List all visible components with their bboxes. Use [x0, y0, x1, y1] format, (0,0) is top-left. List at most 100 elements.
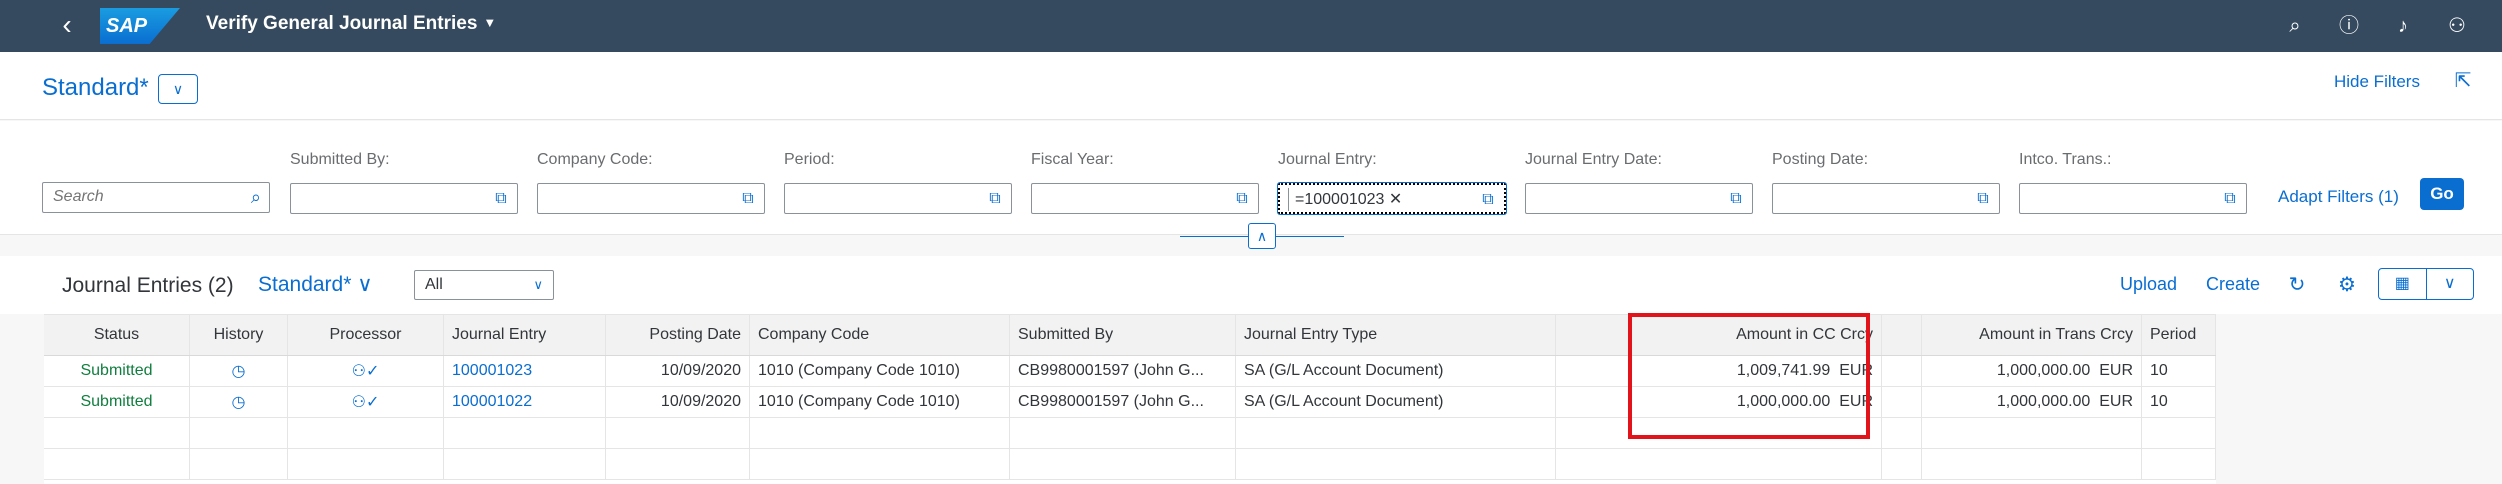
journal-entries-table: Status History Processor Journal Entry P…: [44, 314, 2216, 484]
close-icon[interactable]: ✕: [1389, 191, 1402, 208]
chevron-down-icon: ∨: [357, 273, 373, 296]
value-help-icon[interactable]: ⧉: [1971, 187, 1995, 211]
empty-cell: [606, 449, 750, 479]
app-title[interactable]: Verify General Journal Entries ▼: [206, 13, 496, 35]
filter-submitted-by: Submitted By: ⧉: [290, 151, 518, 214]
filter-input[interactable]: =100001023 ✕ ⧉: [1277, 182, 1507, 215]
create-button[interactable]: Create: [2206, 274, 2260, 295]
column-header[interactable]: Company Code: [750, 315, 1010, 355]
empty-cell: [190, 449, 288, 479]
column-header[interactable]: Posting Date: [606, 315, 750, 355]
value-help-icon[interactable]: ⧉: [983, 187, 1007, 211]
filter-input[interactable]: ⧉: [1525, 183, 1753, 214]
period-cell: 10: [2142, 356, 2216, 386]
history-icon[interactable]: ◷: [190, 387, 288, 417]
adapt-filters-button[interactable]: Adapt Filters (1): [2278, 187, 2399, 207]
value-help-icon[interactable]: ⧉: [489, 187, 513, 211]
table-variant[interactable]: Standard* ∨: [258, 272, 373, 297]
search-input[interactable]: [53, 183, 233, 211]
empty-cell: [2142, 418, 2216, 448]
table-row[interactable]: Submitted ◷ ⚇✓ 100001022 10/09/2020 1010…: [44, 387, 2216, 418]
bell-icon[interactable]: ♪: [2390, 13, 2416, 39]
empty-cell: [1882, 418, 1922, 448]
go-button[interactable]: Go: [2420, 178, 2464, 210]
filter-input[interactable]: ⧉: [1031, 183, 1259, 214]
filter-token[interactable]: =100001023 ✕: [1288, 188, 1408, 211]
column-header[interactable]: Journal Entry: [444, 315, 606, 355]
export-icon[interactable]: ▦: [2379, 269, 2427, 299]
status-cell: Submitted: [44, 356, 190, 386]
history-icon[interactable]: ◷: [190, 356, 288, 386]
shell-bar: ‹ SAP Verify General Journal Entries ▼ ⌕ …: [0, 0, 2502, 52]
amount-trans-cell: 1,000,000.00 EUR: [1922, 387, 2142, 417]
status-select[interactable]: All ∨: [414, 270, 554, 300]
search-field[interactable]: ⌕: [42, 182, 270, 213]
upload-button[interactable]: Upload: [2120, 274, 2177, 295]
column-header[interactable]: History: [190, 315, 288, 355]
filter-input[interactable]: ⧉: [784, 183, 1012, 214]
spacer-cell: [1882, 356, 1922, 386]
filter-company-code: Company Code: ⧉: [537, 151, 765, 214]
chevron-down-icon: ▼: [483, 15, 497, 30]
value-help-icon[interactable]: ⧉: [1476, 188, 1500, 212]
filter-label: Intco. Trans.:: [2019, 151, 2112, 168]
journal-entry-link[interactable]: 100001023: [444, 356, 606, 386]
export-menu-button[interactable]: ▦ ∨: [2378, 268, 2474, 300]
filter-period: Period: ⧉: [784, 151, 1012, 214]
back-icon[interactable]: ‹: [52, 10, 82, 40]
empty-cell: [288, 418, 444, 448]
column-header[interactable]: Journal Entry Type: [1236, 315, 1556, 355]
filter-label: Submitted By:: [290, 151, 390, 168]
column-header[interactable]: Submitted By: [1010, 315, 1236, 355]
value-help-icon[interactable]: ⧉: [2218, 187, 2242, 211]
collapse-header-button[interactable]: ∧: [1248, 223, 1276, 249]
help-icon[interactable]: ⓘ: [2336, 13, 2362, 39]
chevron-up-icon: ∧: [1256, 228, 1268, 244]
filter-fiscal-year: Fiscal Year: ⧉: [1031, 151, 1259, 214]
amount-trans-cell: 1,000,000.00 EUR: [1922, 356, 2142, 386]
filter-label: Fiscal Year:: [1031, 151, 1114, 168]
filter-input[interactable]: ⧉: [2019, 183, 2247, 214]
column-header[interactable]: Status: [44, 315, 190, 355]
settings-icon[interactable]: ⚙: [2332, 270, 2362, 300]
value-help-icon[interactable]: ⧉: [736, 187, 760, 211]
filter-journal-entry-date: Journal Entry Date: ⧉: [1525, 151, 1753, 214]
empty-cell: [2142, 449, 2216, 479]
column-header[interactable]: Period: [2142, 315, 2216, 355]
processor-icon[interactable]: ⚇✓: [288, 387, 444, 417]
spacer-cell: [1882, 387, 1922, 417]
posting-date-cell: 10/09/2020: [606, 356, 750, 386]
value-help-icon[interactable]: ⧉: [1724, 187, 1748, 211]
filter-label: Journal Entry:: [1278, 151, 1377, 168]
chevron-down-icon[interactable]: ∨: [2427, 269, 2474, 299]
empty-row: [44, 418, 2216, 449]
table-row[interactable]: Submitted ◷ ⚇✓ 100001023 10/09/2020 1010…: [44, 356, 2216, 387]
column-header[interactable]: Amount in Trans Crcy: [1922, 315, 2142, 355]
journal-entry-link[interactable]: 100001022: [444, 387, 606, 417]
filter-input[interactable]: ⧉: [290, 183, 518, 214]
search-icon[interactable]: ⌕: [2282, 13, 2308, 39]
empty-cell: [1922, 418, 2142, 448]
column-header[interactable]: Processor: [288, 315, 444, 355]
variant-dropdown-button[interactable]: ∨: [158, 74, 198, 104]
search-icon[interactable]: ⌕: [251, 187, 261, 208]
user-icon[interactable]: ⚇: [2444, 13, 2470, 39]
processor-icon[interactable]: ⚇✓: [288, 356, 444, 386]
filter-posting-date: Posting Date: ⧉: [1772, 151, 2000, 214]
sap-logo[interactable]: SAP: [100, 8, 180, 44]
refresh-icon[interactable]: ↻: [2282, 270, 2312, 300]
chevron-down-icon: ∨: [533, 277, 543, 292]
filter-input[interactable]: ⧉: [1772, 183, 2000, 214]
empty-cell: [190, 418, 288, 448]
company-code-cell: 1010 (Company Code 1010): [750, 387, 1010, 417]
empty-cell: [288, 449, 444, 479]
filter-input[interactable]: ⧉: [537, 183, 765, 214]
entry-type-cell: SA (G/L Account Document): [1236, 387, 1556, 417]
submitted-by-cell: CB9980001597 (John G...: [1010, 387, 1236, 417]
value-help-icon[interactable]: ⧉: [1230, 187, 1254, 211]
variant-name[interactable]: Standard*: [42, 74, 149, 102]
share-icon[interactable]: ⇱: [2450, 68, 2476, 94]
period-cell: 10: [2142, 387, 2216, 417]
highlight-box: [1628, 313, 1870, 439]
hide-filters-link[interactable]: Hide Filters: [2334, 72, 2420, 92]
